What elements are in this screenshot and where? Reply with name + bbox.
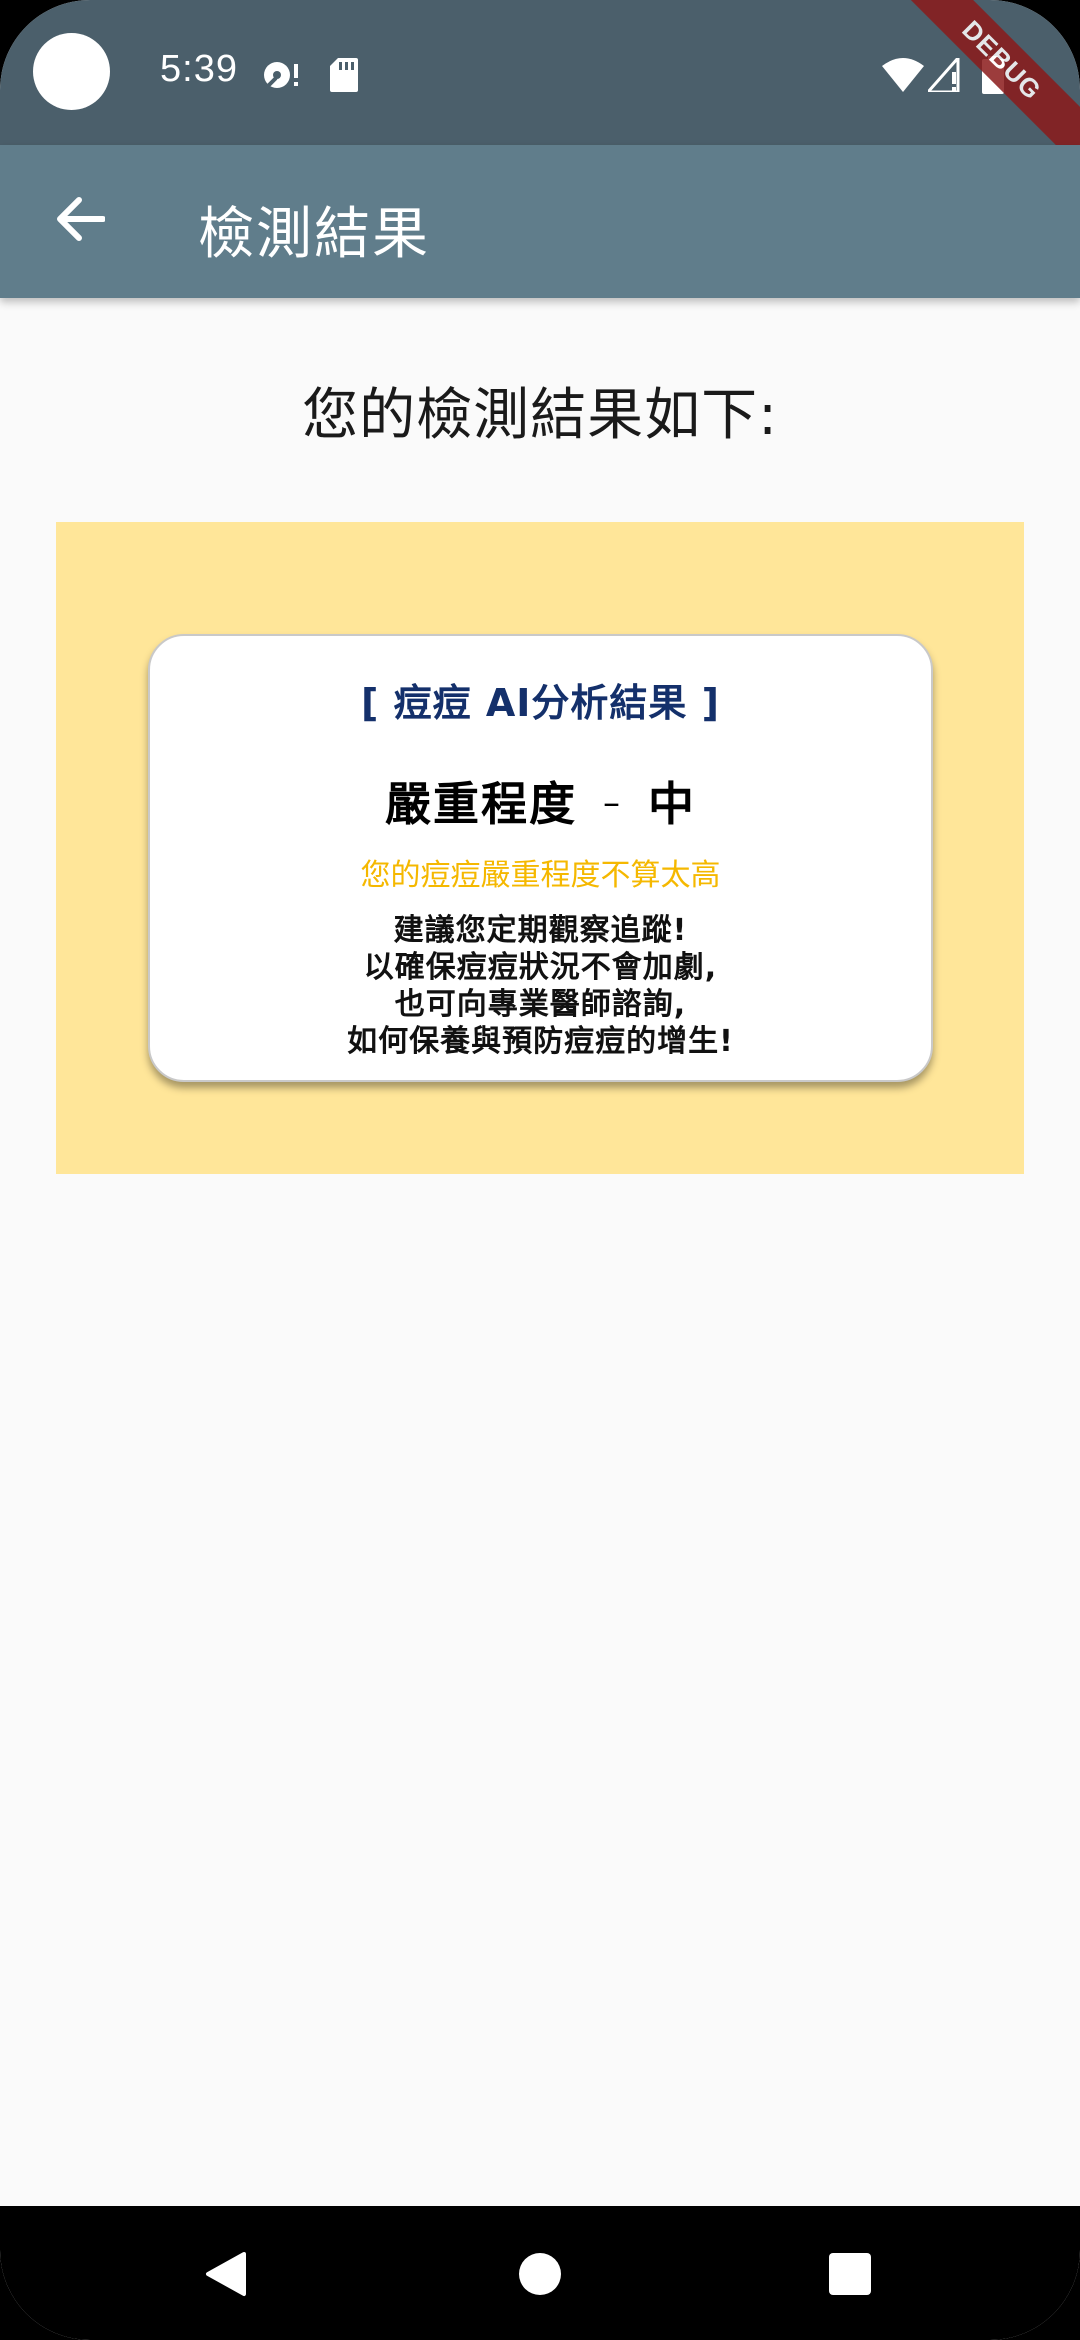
system-nav-bar (0, 2206, 1080, 2340)
severity-label: 嚴重程度 (385, 777, 577, 831)
severity-row: 嚴重程度 – 中 (150, 768, 931, 834)
advice-text: 建議您定期觀察追蹤! 以確保痘痘狀況不會加劇, 也可向專業醫師諮詢, 如何保養與… (150, 912, 931, 1060)
advice-line: 如何保養與預防痘痘的增生! (347, 1024, 734, 1059)
result-heading: 您的檢測結果如下: (302, 383, 778, 448)
home-circle-icon (518, 2252, 562, 2300)
severity-note: 您的痘痘嚴重程度不算太高 (360, 858, 721, 893)
signal-icon (924, 54, 964, 96)
arrow-back-icon (55, 197, 106, 245)
status-bar: 5:39 DEBUG (0, 0, 1080, 182)
severity-value: 中 (648, 777, 696, 831)
advice-line: 也可向專業醫師諮詢, (394, 987, 687, 1022)
advice-line: 以確保痘痘狀況不會加劇, (363, 950, 718, 985)
app-bar: 檢測結果 (0, 145, 1080, 298)
back-button[interactable] (40, 181, 120, 261)
record-icon (262, 58, 302, 96)
nav-recents-button[interactable] (810, 2236, 890, 2316)
nav-back-button[interactable] (186, 2236, 266, 2316)
nav-home-button[interactable] (500, 2236, 580, 2316)
result-image-panel: [ 痘痘 AI分析結果 ] 嚴重程度 – 中 您的痘痘嚴重程度不算太高 建議您定期觀… (56, 522, 1024, 1174)
sd-card-icon (330, 58, 358, 96)
card-title: [ 痘痘 AI分析結果 ] (361, 681, 720, 725)
status-time: 5:39 (160, 48, 238, 90)
screen: 5:39 DEBUG 檢測結果 您的檢測結果如下: [痘痘 AI分析結果] … (0, 0, 1080, 2340)
page-title: 檢測結果 (198, 202, 430, 267)
wifi-icon (882, 58, 924, 96)
back-triangle-icon (204, 2250, 248, 2302)
severity-separator: – (603, 783, 622, 823)
advice-line: 建議您定期觀察追蹤! (393, 913, 688, 948)
recents-square-icon (828, 2252, 872, 2300)
result-card: [ 痘痘 AI分析結果 ] 嚴重程度 – 中 您的痘痘嚴重程度不算太高 建議您定期觀… (148, 634, 933, 1082)
camera-cutout (33, 33, 110, 110)
